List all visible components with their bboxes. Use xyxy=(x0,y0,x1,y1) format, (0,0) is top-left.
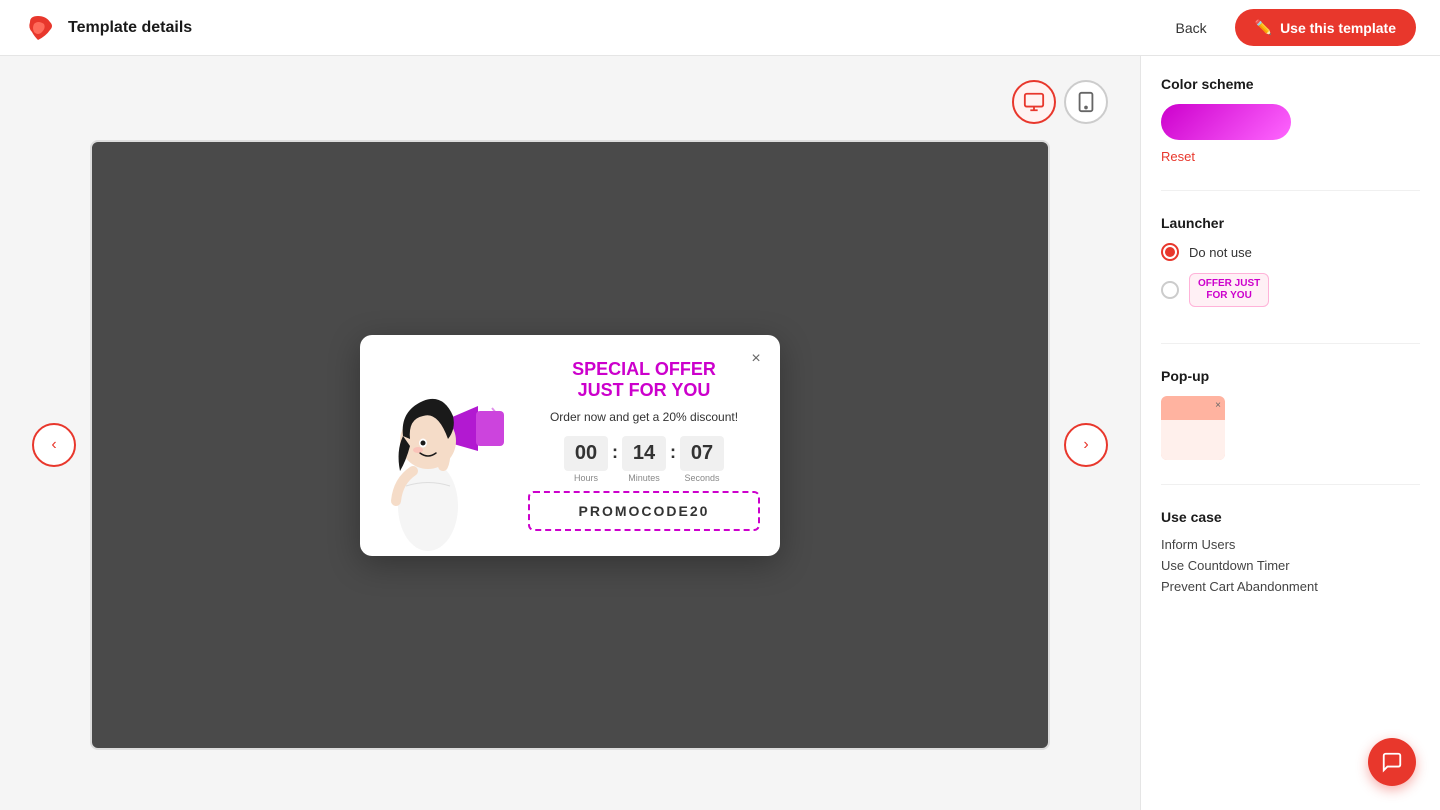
preview-area: ‹ › × xyxy=(0,56,1140,810)
main-layout: ‹ › × xyxy=(0,56,1440,810)
launcher-badge-preview: OFFER JUSTFOR YOU xyxy=(1189,273,1269,307)
back-button[interactable]: Back xyxy=(1160,12,1223,44)
logo-icon xyxy=(24,12,56,44)
radio-inner-do-not-use xyxy=(1165,247,1175,257)
use-case-section: Use case Inform Users Use Countdown Time… xyxy=(1161,509,1420,624)
launcher-section: Launcher Do not use OFFER JUSTFOR YOU xyxy=(1161,215,1420,344)
next-icon: › xyxy=(1083,436,1088,454)
use-case-item-1: Inform Users xyxy=(1161,537,1420,552)
popup-title-line2: JUST FOR YOU xyxy=(578,380,711,400)
countdown-wrapper: 00 Hours : 14 Minutes : 07 Seconds xyxy=(564,436,724,483)
chat-icon xyxy=(1381,751,1403,773)
sidebar: Color scheme Reset Launcher Do not use O… xyxy=(1140,56,1440,810)
use-case-item-2: Use Countdown Timer xyxy=(1161,558,1420,573)
use-case-title: Use case xyxy=(1161,509,1420,525)
hours-block: 00 Hours xyxy=(564,436,608,483)
minutes-block: 14 Minutes xyxy=(622,436,666,483)
chat-button[interactable] xyxy=(1368,738,1416,786)
header-left: Template details xyxy=(24,12,192,44)
close-icon: × xyxy=(751,350,760,368)
reset-link[interactable]: Reset xyxy=(1161,149,1195,164)
mobile-icon xyxy=(1075,91,1097,113)
color-swatch[interactable] xyxy=(1161,104,1291,140)
popup-title-line1: SPECIAL OFFER xyxy=(572,359,716,379)
mobile-toggle[interactable] xyxy=(1064,80,1108,124)
color-scheme-title: Color scheme xyxy=(1161,76,1420,92)
popup-title: SPECIAL OFFER JUST FOR YOU xyxy=(572,359,716,402)
popup-left xyxy=(360,335,520,556)
radio-badge xyxy=(1161,281,1179,299)
minutes-value: 14 xyxy=(622,436,666,471)
header: Template details Back ✏️ Use this templa… xyxy=(0,0,1440,56)
use-template-label: Use this template xyxy=(1280,20,1396,36)
desktop-icon xyxy=(1023,91,1045,113)
popup-title-label: Pop-up xyxy=(1161,368,1420,384)
header-right: Back ✏️ Use this template xyxy=(1160,9,1417,46)
hours-value: 00 xyxy=(564,436,608,471)
promo-code: PROMOCODE20 xyxy=(528,491,760,531)
seconds-label: Seconds xyxy=(684,473,719,483)
woman-illustration xyxy=(368,351,513,556)
popup-subtitle: Order now and get a 20% discount! xyxy=(550,410,738,424)
radio-do-not-use xyxy=(1161,243,1179,261)
popup-close-button[interactable]: × xyxy=(744,347,768,371)
color-scheme-section: Color scheme Reset xyxy=(1161,76,1420,191)
hours-label: Hours xyxy=(574,473,598,483)
page-title: Template details xyxy=(68,19,192,37)
prev-button[interactable]: ‹ xyxy=(32,423,76,467)
canvas-wrapper: ‹ › × xyxy=(90,140,1050,750)
popup-right: SPECIAL OFFER JUST FOR YOU Order now and… xyxy=(520,335,780,556)
launcher-option-do-not-use[interactable]: Do not use xyxy=(1161,243,1420,261)
thumb-close-icon: × xyxy=(1215,400,1221,411)
pencil-icon: ✏️ xyxy=(1255,19,1272,36)
use-template-button[interactable]: ✏️ Use this template xyxy=(1235,9,1416,46)
sep1: : xyxy=(612,442,618,463)
device-toggles xyxy=(1012,80,1108,124)
desktop-toggle[interactable] xyxy=(1012,80,1056,124)
launcher-do-not-use-label: Do not use xyxy=(1189,245,1252,260)
popup-section: Pop-up × xyxy=(1161,368,1420,485)
next-button[interactable]: › xyxy=(1064,423,1108,467)
seconds-block: 07 Seconds xyxy=(680,436,724,483)
launcher-option-badge[interactable]: OFFER JUSTFOR YOU xyxy=(1161,273,1420,307)
popup-modal: × xyxy=(360,335,780,556)
sep2: : xyxy=(670,442,676,463)
use-case-item-3: Prevent Cart Abandonment xyxy=(1161,579,1420,594)
prev-icon: ‹ xyxy=(51,436,56,454)
thumb-content xyxy=(1161,420,1225,460)
minutes-label: Minutes xyxy=(628,473,660,483)
launcher-title: Launcher xyxy=(1161,215,1420,231)
seconds-value: 07 xyxy=(680,436,724,471)
popup-thumbnail[interactable]: × xyxy=(1161,396,1225,460)
